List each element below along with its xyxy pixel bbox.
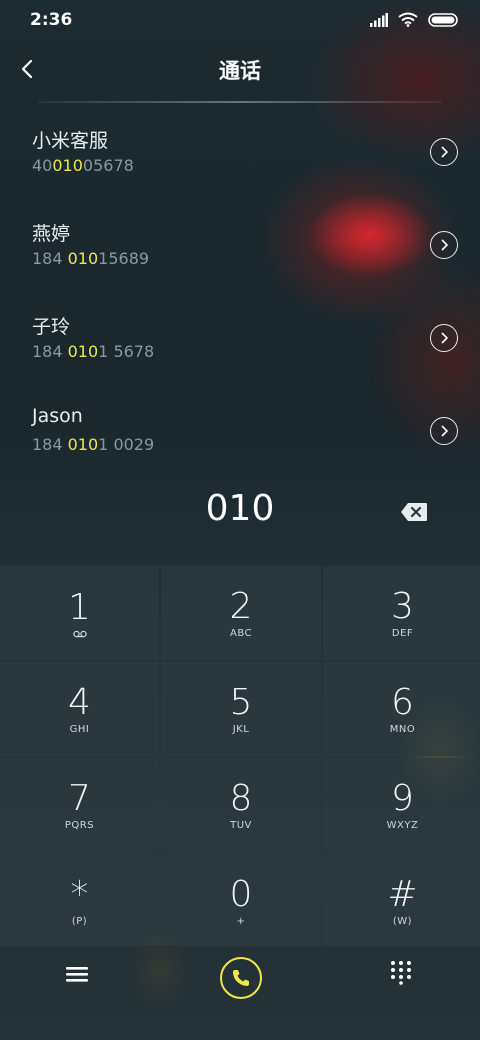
wifi-icon <box>398 12 418 27</box>
chevron-right-icon <box>441 239 448 251</box>
signal-icon <box>370 12 388 27</box>
number-match: 010 <box>67 435 99 454</box>
number-match: 010 <box>52 156 83 175</box>
header: 通话 <box>0 42 480 102</box>
toggle-keypad-button[interactable] <box>388 959 414 985</box>
key-6[interactable]: 6 MNO <box>323 662 480 756</box>
backspace-button[interactable] <box>400 502 428 524</box>
dialpad-icon <box>391 961 411 985</box>
key-letters: PQRS <box>64 819 95 831</box>
contact-row[interactable]: 燕婷 184 01015689 <box>0 205 480 297</box>
key-digit: * <box>70 873 89 915</box>
number-match: 010 <box>67 342 99 361</box>
contact-number: 184 0101 5678 <box>32 342 154 361</box>
call-button[interactable] <box>220 957 262 999</box>
status-time: 2:36 <box>30 10 73 30</box>
key-digit: 5 <box>229 681 253 723</box>
contact-number: 184 0101 0029 <box>32 435 154 454</box>
key-digit: 0 <box>229 873 253 915</box>
key-0[interactable]: 0 + <box>161 854 321 948</box>
contact-detail-button[interactable] <box>430 417 458 445</box>
key-5[interactable]: 5 JKL <box>161 662 321 756</box>
key-letters: MNO <box>389 723 416 735</box>
key-letters: WXYZ <box>386 819 419 831</box>
number-prefix: 184 <box>32 342 68 361</box>
key-digit: 8 <box>229 777 253 819</box>
key-2[interactable]: 2 ABC <box>161 566 321 660</box>
number-suffix: 15689 <box>98 249 150 268</box>
menu-icon <box>66 967 88 982</box>
key-letters: (P) <box>71 915 88 927</box>
number-suffix: 1 0029 <box>98 435 155 454</box>
contact-detail-button[interactable] <box>430 231 458 259</box>
key-letters: (W) <box>392 915 413 927</box>
number-prefix: 184 <box>32 435 68 454</box>
voicemail-icon <box>72 630 87 637</box>
key-letters: ABC <box>229 627 252 639</box>
phone-icon <box>233 970 249 986</box>
bottom-action-bar <box>0 946 480 1040</box>
number-match: 010 <box>67 249 99 268</box>
header-divider <box>38 101 442 103</box>
contact-detail-button[interactable] <box>430 138 458 166</box>
number-prefix: 40 <box>32 156 53 175</box>
key-1[interactable]: 1 <box>0 566 159 660</box>
chevron-right-icon <box>441 425 448 437</box>
backspace-icon <box>401 503 427 521</box>
contact-name: 燕婷 <box>32 223 71 245</box>
key-letters: + <box>236 915 246 927</box>
key-letters: GHI <box>69 723 90 735</box>
dial-keypad: 1 2 ABC 3 DEF 4 GHI 5 JKL 6 MNO 7 PQRS 8… <box>0 566 480 948</box>
key-4[interactable]: 4 GHI <box>0 662 159 756</box>
key-star[interactable]: * (P) <box>0 854 159 948</box>
key-digit: 7 <box>68 777 91 819</box>
battery-icon <box>428 12 458 27</box>
chevron-right-icon <box>441 146 448 158</box>
number-suffix: 1 5678 <box>98 342 155 361</box>
key-letters: JKL <box>232 723 250 735</box>
page-title: 通话 <box>219 59 261 83</box>
key-9[interactable]: 9 WXYZ <box>323 758 480 852</box>
contact-number: 184 01015689 <box>32 249 149 268</box>
chevron-right-icon <box>441 332 448 344</box>
key-digit: 6 <box>391 681 414 723</box>
contact-name: 小米客服 <box>32 130 109 152</box>
contact-name: Jason <box>32 405 83 427</box>
number-suffix: 05678 <box>82 156 134 175</box>
contact-row[interactable]: 小米客服 4001005678 <box>0 112 480 204</box>
number-prefix: 184 <box>32 249 68 268</box>
menu-button[interactable] <box>64 964 90 988</box>
key-digit: 4 <box>68 681 91 723</box>
key-digit: 1 <box>68 586 91 628</box>
contact-row[interactable]: Jason 184 0101 0029 <box>0 391 480 483</box>
key-digit: 9 <box>391 777 414 819</box>
status-bar: 2:36 <box>0 0 480 42</box>
contact-detail-button[interactable] <box>430 324 458 352</box>
key-digit: 3 <box>391 585 414 627</box>
key-7[interactable]: 7 PQRS <box>0 758 159 852</box>
key-3[interactable]: 3 DEF <box>323 566 480 660</box>
contact-row[interactable]: 子玲 184 0101 5678 <box>0 298 480 390</box>
status-icons <box>370 12 458 27</box>
key-digit: 2 <box>229 585 253 627</box>
contact-name: 子玲 <box>32 316 71 338</box>
key-letters: DEF <box>391 627 414 639</box>
key-8[interactable]: 8 TUV <box>161 758 321 852</box>
key-digit: # <box>387 873 418 915</box>
contact-number: 4001005678 <box>32 156 134 175</box>
key-hash[interactable]: # (W) <box>323 854 480 948</box>
key-letters: TUV <box>230 819 252 831</box>
